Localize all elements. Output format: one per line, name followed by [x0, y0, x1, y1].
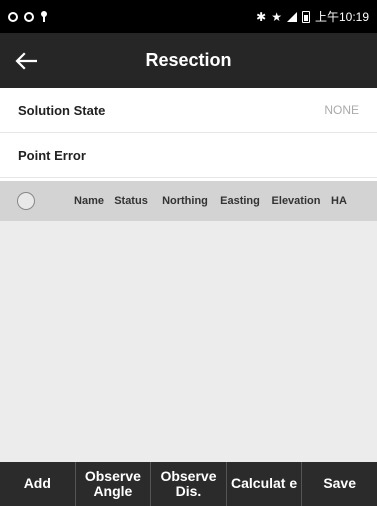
status-time: 上午10:19 — [314, 10, 369, 24]
solution-state-row: Solution State NONE — [0, 88, 377, 133]
add-button[interactable]: Add — [0, 462, 76, 506]
column-header-elevation: Elevation — [271, 195, 321, 207]
column-header-ha: HA — [331, 195, 347, 207]
table-body[interactable] — [0, 221, 377, 462]
sync-icon — [8, 11, 18, 22]
location-icon — [40, 11, 48, 22]
save-button[interactable]: Save — [302, 462, 377, 506]
point-error-row: Point Error — [0, 133, 377, 178]
signal-icon — [286, 11, 297, 22]
bottom-toolbar: Add Observe Angle Observe Dis. Calculat … — [0, 462, 377, 506]
column-header-northing: Northing — [162, 195, 208, 207]
select-all-cell[interactable] — [0, 192, 52, 210]
battery-icon — [301, 10, 310, 23]
status-bar: ✱ ★ 上午10:19 — [0, 0, 377, 33]
sync-icon — [24, 11, 34, 22]
table-header: Name Status Northing Easting Elevation H… — [0, 181, 377, 221]
solution-state-value: NONE — [324, 103, 359, 117]
calculate-button[interactable]: Calculat e — [227, 462, 303, 506]
star-icon: ★ — [271, 9, 282, 24]
radio-circle-icon[interactable] — [17, 192, 35, 210]
page-title: Resection — [145, 50, 232, 70]
column-header-easting: Easting — [220, 195, 260, 207]
column-header-name: Name — [74, 195, 104, 207]
back-arrow-icon — [15, 51, 37, 70]
column-header-status: Status — [114, 195, 148, 207]
point-error-label: Point Error — [18, 147, 86, 163]
observe-distance-button[interactable]: Observe Dis. — [151, 462, 227, 506]
observe-angle-button[interactable]: Observe Angle — [76, 462, 152, 506]
status-left-icons — [8, 11, 48, 22]
solution-state-label: Solution State — [18, 102, 106, 118]
bluetooth-icon: ✱ — [256, 9, 267, 24]
back-button[interactable] — [0, 33, 52, 88]
status-right-icons: ✱ ★ 上午10:19 — [256, 8, 369, 25]
app-bar: Resection — [0, 33, 377, 88]
